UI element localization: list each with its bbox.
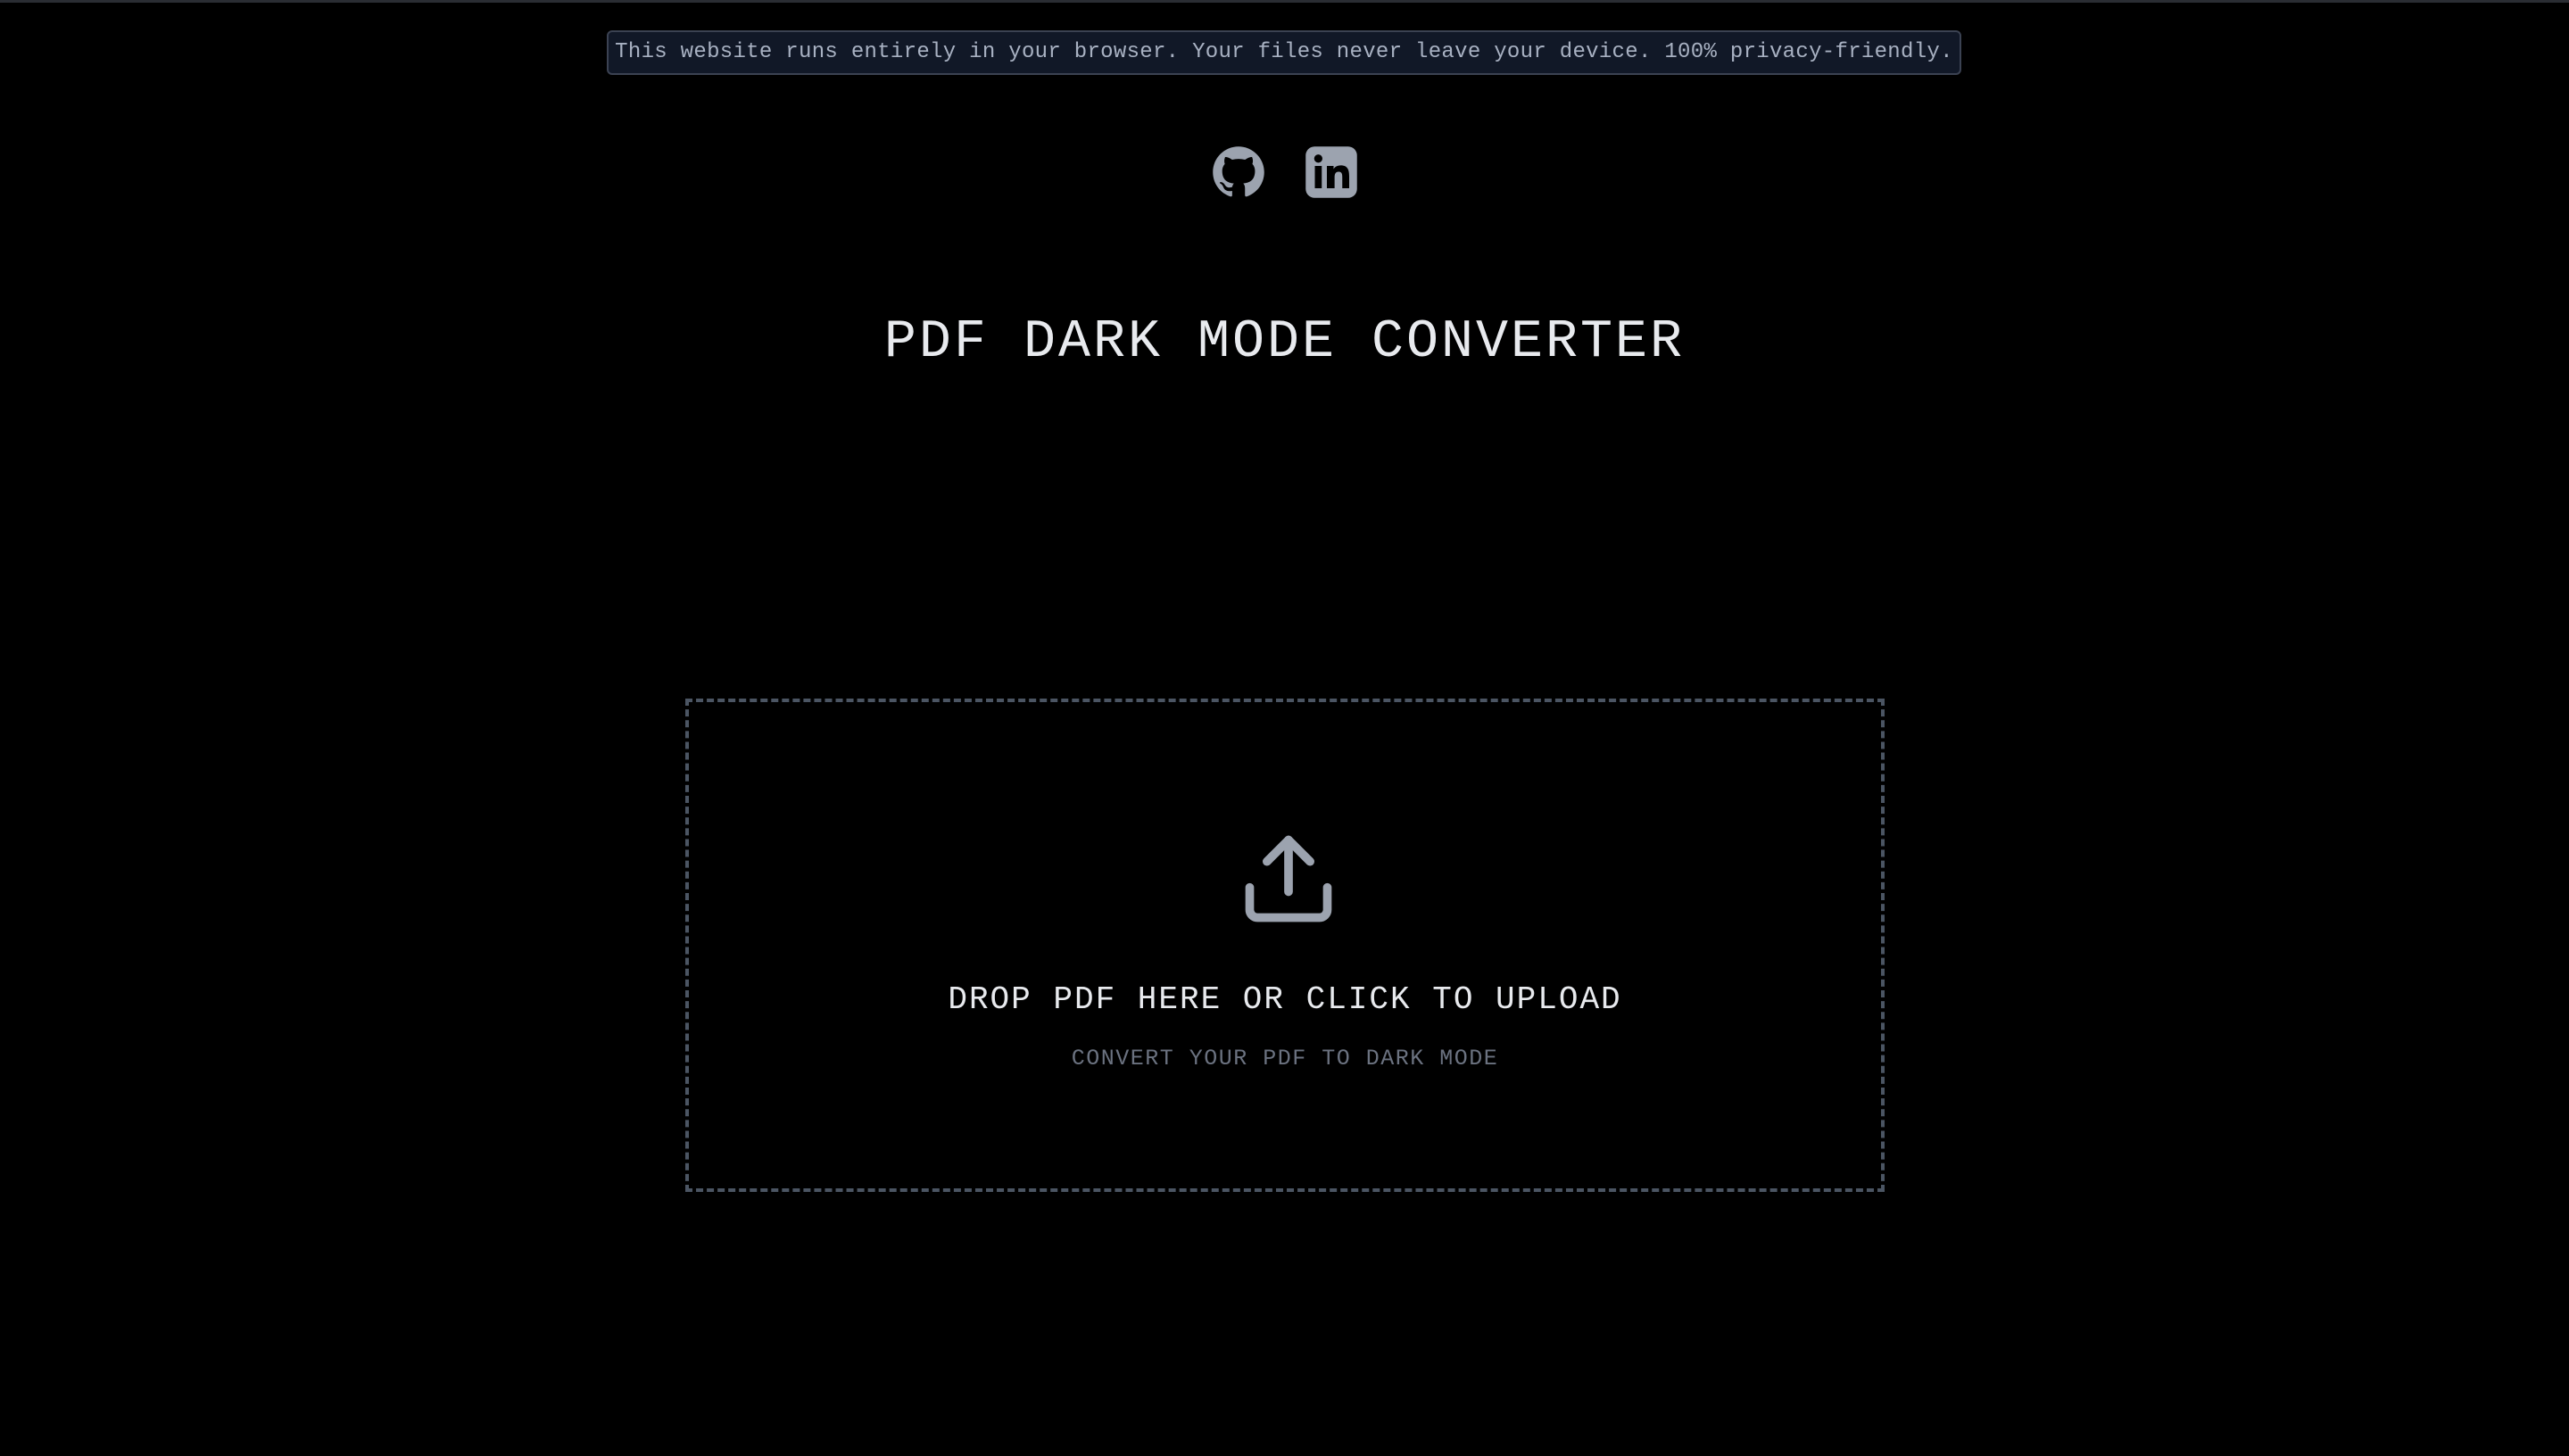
pdf-dropzone[interactable]: DROP PDF HERE OR CLICK TO UPLOAD CONVERT… (685, 699, 1885, 1192)
linkedin-link[interactable] (1305, 145, 1358, 199)
github-icon (1213, 146, 1264, 197)
dropzone-secondary-text: CONVERT YOUR PDF TO DARK MODE (1071, 1046, 1499, 1071)
page-title: PDF DARK MODE CONVERTER (883, 312, 1686, 373)
privacy-banner: This website runs entirely in your brows… (607, 30, 1961, 75)
top-divider (0, 0, 2569, 3)
upload-icon (1237, 827, 1340, 931)
linkedin-icon (1305, 146, 1357, 198)
github-link[interactable] (1212, 145, 1265, 199)
privacy-banner-text: This website runs entirely in your brows… (615, 40, 1953, 64)
dropzone-primary-text: DROP PDF HERE OR CLICK TO UPLOAD (948, 981, 1622, 1018)
